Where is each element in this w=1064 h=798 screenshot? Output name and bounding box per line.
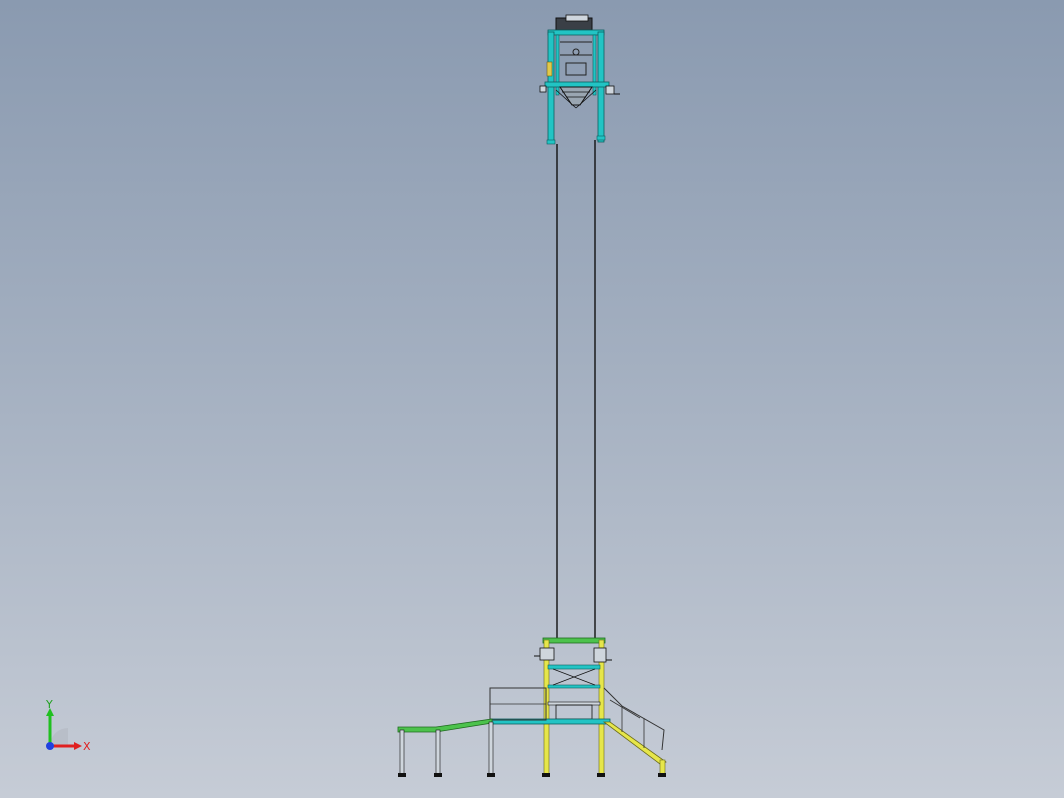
base-crossbar-1: [547, 664, 601, 670]
head-left-foot: [546, 139, 556, 145]
stair-midrail: [609, 699, 641, 719]
foot-2: [434, 773, 442, 777]
base-crossbar-3: [547, 701, 601, 706]
leg-1: [399, 729, 405, 776]
z-axis-dot: [46, 742, 54, 750]
foot-1: [398, 773, 406, 777]
left-conveyor-beam: [397, 718, 493, 733]
leg-3: [488, 721, 494, 776]
head-left-bracket: [539, 85, 547, 93]
foot-6: [658, 773, 666, 777]
base-crossbar-2: [547, 684, 601, 689]
motor-cover: [565, 14, 589, 22]
foot-3: [487, 773, 495, 777]
y-axis-label: Y: [45, 700, 53, 711]
foot-5: [597, 773, 605, 777]
leg-2: [435, 729, 441, 776]
stair-stringer: [602, 721, 667, 765]
top-head-assembly[interactable]: [539, 14, 620, 145]
head-base-beam: [544, 81, 610, 88]
head-right-bracket: [605, 85, 615, 95]
head-hopper: [559, 86, 593, 106]
graphics-viewport[interactable]: Y X: [0, 0, 1064, 798]
base-right-bearing: [593, 647, 607, 663]
foot-4: [542, 773, 550, 777]
base-left-bearing: [539, 647, 555, 661]
base-boot-box: [555, 704, 593, 720]
base-top-platform: [542, 637, 606, 644]
elevator-rails[interactable]: [556, 140, 596, 640]
head-yellow-plate: [546, 61, 553, 77]
bottom-base-assembly[interactable]: [397, 637, 667, 777]
head-pulley: [572, 48, 580, 56]
x-axis-arrow: [74, 742, 82, 750]
cad-model-drawing[interactable]: [0, 0, 1064, 798]
head-gearbox: [565, 62, 587, 76]
head-right-foot: [596, 135, 606, 141]
stair-foot: [659, 759, 666, 776]
x-axis-label: X: [83, 740, 91, 753]
coordinate-triad: Y X: [45, 700, 91, 753]
top-frame-beam: [547, 29, 605, 36]
